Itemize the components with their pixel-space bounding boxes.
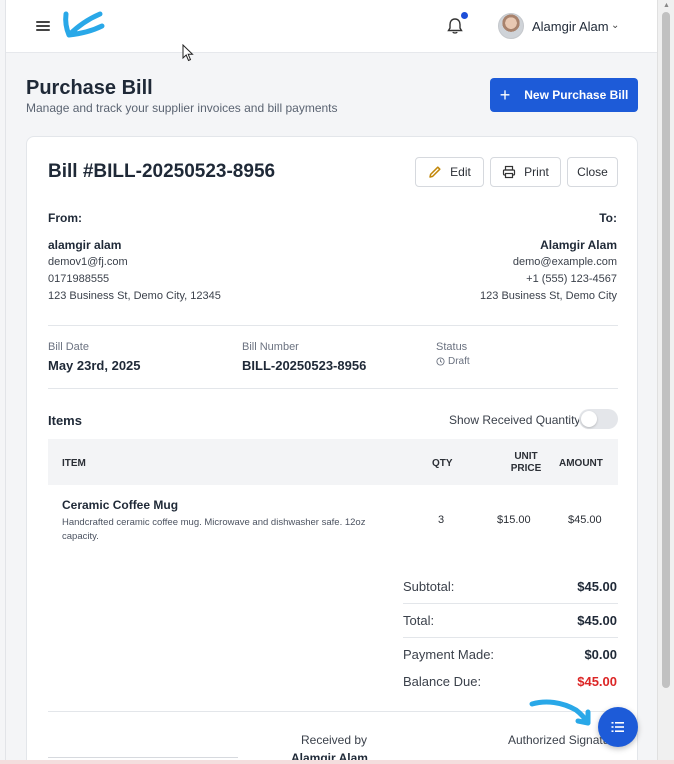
- column-header-unit-price: UNIT PRICE: [508, 451, 544, 475]
- print-label: Print: [524, 165, 549, 179]
- new-purchase-bill-label: New Purchase Bill: [524, 88, 629, 102]
- summary-divider: [403, 603, 618, 604]
- item-description: Handcrafted ceramic coffee mug. Microwav…: [62, 517, 366, 542]
- print-button[interactable]: Print: [490, 157, 561, 187]
- from-email: demov1@fj.com: [48, 256, 128, 268]
- item-unit-price: $15.00: [497, 514, 531, 526]
- bill-card: Bill #BILL-20250523-8956 Edit Print Clos…: [26, 136, 638, 764]
- from-label: From:: [48, 211, 82, 225]
- notification-bell-icon[interactable]: [446, 16, 464, 36]
- total-value: $45.00: [577, 613, 617, 628]
- bill-date-value: May 23rd, 2025: [48, 358, 141, 373]
- total-label: Total:: [403, 613, 435, 628]
- close-label: Close: [577, 165, 608, 179]
- items-heading: Items: [48, 413, 82, 428]
- unit-price-line-2: PRICE: [510, 463, 542, 474]
- chevron-down-icon[interactable]: ⌄: [611, 20, 619, 31]
- bill-title: Bill #BILL-20250523-8956: [48, 161, 276, 182]
- menu-icon[interactable]: [36, 19, 50, 33]
- scrollbar-thumb[interactable]: [662, 12, 670, 688]
- to-name: Alamgir Alam: [540, 238, 617, 252]
- summary-divider: [403, 637, 618, 638]
- annotation-arrow-icon: [529, 699, 591, 726]
- annotation-arrow-icon: [63, 11, 105, 38]
- top-bar: Alamgir Alam ⌄: [6, 0, 657, 53]
- payment-made-value: $0.00: [584, 647, 617, 662]
- mouse-cursor-icon: [182, 44, 194, 62]
- close-button[interactable]: Close: [567, 157, 618, 187]
- items-table-header: ITEM QTY UNIT PRICE AMOUNT: [48, 439, 618, 485]
- bottom-edge: [0, 760, 674, 764]
- bill-date-label: Bill Date: [48, 341, 89, 353]
- divider: [48, 325, 618, 326]
- column-header-item: ITEM: [62, 458, 86, 469]
- unit-price-line-1: UNIT: [514, 451, 538, 462]
- edit-label: Edit: [450, 165, 471, 179]
- column-header-amount: AMOUNT: [559, 458, 603, 469]
- subtotal-label: Subtotal:: [403, 579, 455, 594]
- item-name: Ceramic Coffee Mug: [62, 498, 179, 512]
- status-value: Draft: [448, 356, 470, 367]
- scroll-up-icon[interactable]: ▲: [663, 2, 670, 9]
- received-by-label: Received by: [301, 733, 368, 747]
- notification-dot: [461, 12, 468, 19]
- to-phone: +1 (555) 123-4567: [526, 273, 617, 285]
- page-subtitle: Manage and track your supplier invoices …: [26, 101, 338, 115]
- subtotal-value: $45.00: [577, 579, 617, 594]
- new-purchase-bill-button[interactable]: + New Purchase Bill: [490, 78, 638, 112]
- to-label: To:: [599, 211, 617, 225]
- vertical-scrollbar[interactable]: ▲: [657, 0, 674, 764]
- page-title: Purchase Bill: [26, 77, 153, 99]
- balance-due-label: Balance Due:: [403, 674, 482, 689]
- signature-line: [48, 757, 238, 758]
- plus-icon: +: [499, 85, 511, 105]
- from-name: alamgir alam: [48, 238, 122, 252]
- to-email: demo@example.com: [512, 256, 617, 268]
- floating-menu-button[interactable]: [598, 707, 638, 747]
- show-received-label: Show Received Quantity: [449, 413, 581, 427]
- item-qty: 3: [438, 514, 445, 526]
- balance-due-value: $45.00: [577, 674, 617, 689]
- bill-number-value: BILL-20250523-8956: [242, 358, 367, 373]
- pencil-icon: [429, 166, 441, 178]
- status-badge: Draft: [436, 356, 470, 367]
- to-address: 123 Business St, Demo City: [480, 290, 617, 302]
- user-name[interactable]: Alamgir Alam: [532, 19, 609, 34]
- printer-icon: [503, 165, 516, 179]
- edit-button[interactable]: Edit: [415, 157, 484, 187]
- avatar[interactable]: [498, 13, 524, 39]
- from-phone: 0171988555: [48, 273, 110, 285]
- app-window: Alamgir Alam ⌄ Purchase Bill Manage and …: [5, 0, 657, 764]
- column-header-qty: QTY: [432, 458, 453, 469]
- item-amount: $45.00: [568, 514, 602, 526]
- list-icon: [611, 722, 624, 732]
- from-address: 123 Business St, Demo City, 12345: [48, 290, 221, 302]
- clock-icon: [436, 357, 445, 366]
- show-received-toggle[interactable]: [579, 409, 618, 429]
- payment-made-label: Payment Made:: [403, 647, 495, 662]
- status-label: Status: [436, 341, 468, 353]
- bill-number-label: Bill Number: [242, 341, 299, 353]
- divider: [48, 388, 618, 389]
- toggle-knob: [581, 411, 597, 427]
